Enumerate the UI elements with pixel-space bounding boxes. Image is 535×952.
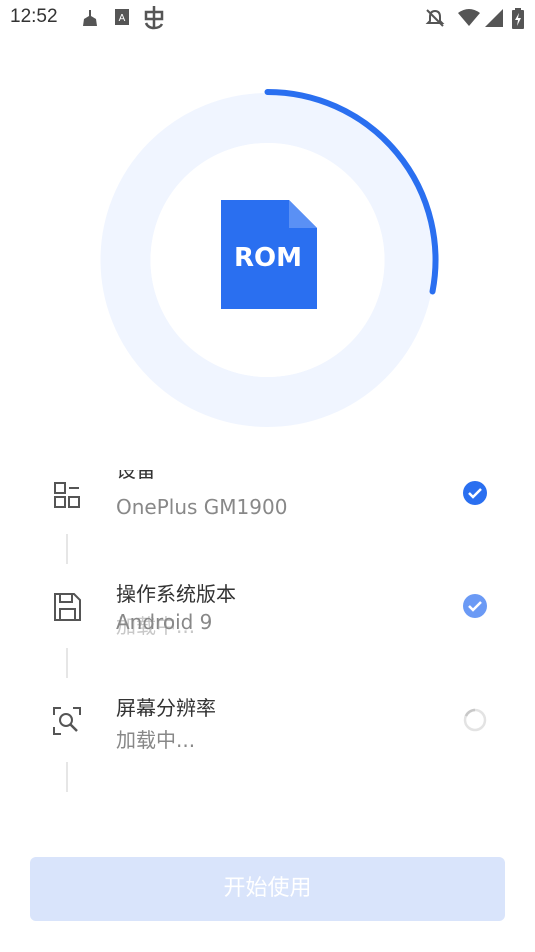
wifi-icon (457, 8, 481, 32)
list-item-screen-resolution: 屏幕分辨率 加载中... (0, 684, 535, 774)
rom-icon: ROM (221, 200, 317, 309)
list-item-device: 设备 OnePlus GM1900 (0, 470, 535, 540)
bug-icon (143, 4, 165, 34)
screen-search-icon (50, 704, 84, 738)
start-button[interactable]: 开始使用 (30, 857, 505, 921)
save-icon (50, 590, 84, 624)
cleaner-icon (80, 8, 100, 32)
rom-label: ROM (234, 243, 302, 273)
battery-charging-icon (512, 8, 524, 33)
svg-text:A: A (119, 13, 126, 24)
item-value: Android 9 (116, 610, 213, 634)
connector-line (66, 534, 68, 564)
connector-line (66, 648, 68, 678)
connector-line (66, 762, 68, 792)
list-item-os-version: 操作系统版本 加载中... Android 9 (0, 570, 535, 660)
cellular-signal-icon (484, 8, 504, 32)
item-value: OnePlus GM1900 (116, 495, 288, 519)
status-bar: 12:52 A (0, 0, 535, 36)
item-title: 屏幕分辨率 (116, 696, 216, 720)
item-title: 操作系统版本 (116, 582, 236, 606)
item-value: 加载中... (116, 728, 196, 752)
item-title: 设备 (116, 470, 156, 482)
grid-icon (50, 478, 84, 512)
check-icon (462, 593, 488, 619)
status-time: 12:52 (10, 6, 58, 27)
device-info-list: 设备 OnePlus GM1900 操作系统版本 加载中... Android … (0, 470, 535, 800)
progress-ring: ROM (0, 80, 535, 440)
app-notification-icon: A (114, 8, 130, 30)
check-icon (462, 480, 488, 506)
notifications-off-icon (425, 8, 445, 32)
loading-spinner-icon (462, 707, 488, 733)
